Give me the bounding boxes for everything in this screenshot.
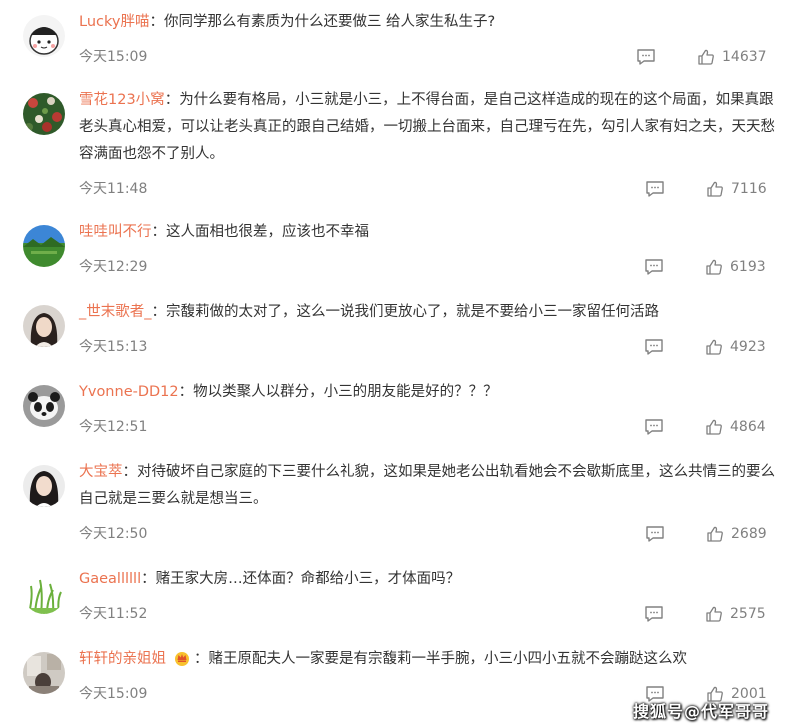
user-avatar[interactable] [23, 572, 65, 614]
username-link[interactable]: Yvonne-DD12 [79, 384, 179, 400]
separator: ： [164, 92, 180, 108]
username-link[interactable]: 哇哇叫不行 [79, 224, 152, 240]
username-link[interactable]: Gaeallllll [79, 571, 141, 587]
thumbs-up-icon [706, 525, 731, 543]
comment-body: 雪花123小窝：为什么要有格局，小三就是小三，上不得台面，是自己这样造成的现在的… [79, 87, 775, 168]
comment-body: 哇哇叫不行：这人面相也很差，应该也不幸福 [79, 219, 775, 246]
username-link[interactable]: 轩轩的亲姐姐 [79, 651, 166, 667]
separator: ： [151, 224, 167, 240]
comment-text: 赌王原配夫人一家要是有宗馥莉一半手腕，小三小四小五就不会蹦跶这么欢 [208, 651, 688, 667]
comment-text: 物以类聚人以群分，小三的朋友能是好的？？？ [193, 384, 498, 400]
comment-time: 今天15:13 [79, 339, 148, 355]
user-avatar[interactable] [23, 15, 65, 57]
like-count: 4923 [730, 339, 766, 355]
comment-time: 今天15:09 [79, 686, 148, 702]
comment-time: 今天15:09 [79, 49, 148, 65]
comment-item: Gaeallllll：赌王家大房…还体面？命都给小三，才体面吗？ 今天11:52… [0, 570, 789, 631]
thumbs-up-icon [705, 418, 730, 436]
comment-item: 哇哇叫不行：这人面相也很差，应该也不幸福 今天12:29 6193 [0, 223, 789, 284]
comment-time: 今天12:51 [79, 419, 148, 435]
user-avatar[interactable] [23, 305, 65, 347]
reply-icon[interactable] [644, 338, 664, 356]
like-count: 2575 [730, 606, 766, 622]
like-button[interactable]: 6193 [705, 257, 766, 277]
watermark: 搜狐号@代军哥哥 [632, 702, 769, 721]
reply-icon[interactable] [644, 605, 664, 623]
comment-body: Gaeallllll：赌王家大房…还体面？命都给小三，才体面吗？ [79, 566, 775, 593]
comment-time: 今天11:52 [79, 606, 148, 622]
comment-item: 雪花123小窝：为什么要有格局，小三就是小三，上不得台面，是自己这样造成的现在的… [0, 91, 789, 206]
reply-icon[interactable] [644, 418, 664, 436]
comment-body: 轩轩的亲姐姐 ：赌王原配夫人一家要是有宗馥莉一半手腕，小三小四小五就不会蹦跶这么欢 [79, 646, 775, 673]
separator: ： [194, 651, 209, 667]
like-button[interactable]: 2689 [706, 524, 767, 544]
separator: ： [122, 464, 138, 480]
comment-body: 大宝萃：对待破坏自己家庭的下三要什么礼貌，这如果是她老公出轨看她会不会歇斯底里，… [79, 459, 775, 513]
user-avatar[interactable] [23, 652, 65, 694]
username-link[interactable]: 大宝萃 [79, 464, 123, 480]
username-link[interactable]: Lucky胖喵 [79, 14, 149, 30]
like-count: 7116 [731, 181, 767, 197]
thumbs-up-icon [697, 48, 722, 66]
reply-icon[interactable] [644, 258, 664, 276]
reply-icon[interactable] [645, 180, 665, 198]
user-avatar[interactable] [23, 93, 65, 135]
separator: ： [151, 304, 167, 320]
comment-text: 宗馥莉做的太对了，这么一说我们更放心了，就是不要给小三一家留任何活路 [166, 304, 659, 320]
like-button[interactable]: 4923 [705, 337, 766, 357]
reply-icon[interactable] [636, 48, 656, 66]
user-avatar[interactable] [23, 225, 65, 267]
user-avatar[interactable] [23, 385, 65, 427]
username-link[interactable]: _世末歌者_ [79, 304, 152, 320]
separator: ： [149, 14, 164, 30]
like-button[interactable]: 7116 [706, 179, 767, 199]
username-link[interactable]: 雪花123小窝 [79, 92, 165, 108]
like-button[interactable]: 2575 [705, 604, 766, 624]
separator: ： [141, 571, 156, 587]
separator: ： [178, 384, 194, 400]
comment-item: Yvonne-DD12：物以类聚人以群分，小三的朋友能是好的？？？ 今天12:5… [0, 383, 789, 444]
comment-body: _世末歌者_：宗馥莉做的太对了，这么一说我们更放心了，就是不要给小三一家留任何活… [79, 299, 775, 326]
user-avatar[interactable] [23, 465, 65, 507]
comment-item: _世末歌者_：宗馥莉做的太对了，这么一说我们更放心了，就是不要给小三一家留任何活… [0, 303, 789, 364]
like-count: 2689 [731, 526, 767, 542]
comment-time: 今天12:50 [79, 526, 148, 542]
like-button[interactable]: 4864 [705, 417, 766, 437]
like-button[interactable]: 14637 [697, 47, 767, 67]
like-count: 6193 [730, 259, 766, 275]
comment-item: Lucky胖喵：你同学那么有素质为什么还要做三 给人家生私生子? 今天15:09… [0, 13, 789, 74]
thumbs-up-icon [705, 258, 730, 276]
comment-text: 你同学那么有素质为什么还要做三 给人家生私生子? [163, 14, 496, 30]
reply-icon[interactable] [645, 525, 665, 543]
comment-text: 为什么要有格局，小三就是小三，上不得台面，是自己这样造成的现在的这个局面，如果真… [79, 92, 775, 162]
crown-badge-icon [175, 652, 189, 666]
comment-text: 赌王家大房…还体面？命都给小三，才体面吗？ [155, 571, 461, 587]
thumbs-up-icon [705, 338, 730, 356]
comment-body: Lucky胖喵：你同学那么有素质为什么还要做三 给人家生私生子? [79, 9, 775, 36]
like-count: 14637 [722, 49, 767, 65]
comment-item: 大宝萃：对待破坏自己家庭的下三要什么礼貌，这如果是她老公出轨看她会不会歇斯底里，… [0, 463, 789, 551]
thumbs-up-icon [705, 605, 730, 623]
thumbs-up-icon [706, 180, 731, 198]
comment-body: Yvonne-DD12：物以类聚人以群分，小三的朋友能是好的？？？ [79, 379, 775, 406]
like-count: 4864 [730, 419, 766, 435]
comment-text: 这人面相也很差，应该也不幸福 [166, 224, 369, 240]
comment-text: 对待破坏自己家庭的下三要什么礼貌，这如果是她老公出轨看她会不会歇斯底里，这么共情… [79, 464, 775, 507]
comment-time: 今天11:48 [79, 181, 148, 197]
comment-time: 今天12:29 [79, 259, 148, 275]
